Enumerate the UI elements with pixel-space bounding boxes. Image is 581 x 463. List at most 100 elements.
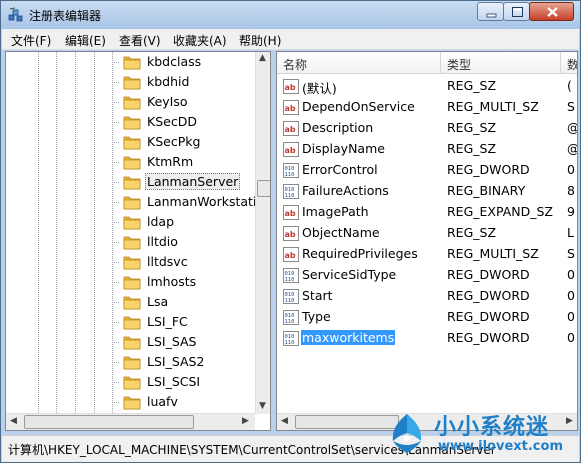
- value-name: ObjectName: [302, 225, 380, 240]
- tree-item[interactable]: KeyIso: [6, 92, 254, 112]
- tree-connector: [112, 382, 120, 383]
- column-header-name[interactable]: 名称: [283, 56, 307, 73]
- value-data: 9: [567, 204, 575, 219]
- svg-text:110: 110: [285, 172, 295, 178]
- key-tree-pane[interactable]: kbdclass kbdhid KeyIso KSecDD KSecPkg KtmRm La…: [5, 51, 271, 431]
- scroll-down-arrow-icon[interactable]: ▼: [259, 401, 266, 411]
- value-type: REG_SZ: [447, 141, 497, 156]
- tree-item[interactable]: kbdclass: [6, 52, 254, 72]
- svg-text:110: 110: [285, 340, 295, 346]
- tree-connector: [112, 302, 120, 303]
- tree-item-label: kbdclass: [147, 54, 202, 69]
- table-row[interactable]: ab DependOnService REG_MULTI_SZ S: [277, 97, 577, 118]
- table-row[interactable]: ab ObjectName REG_SZ L: [277, 223, 577, 244]
- string-value-icon: ab: [283, 226, 299, 241]
- value-data: 0: [567, 330, 575, 345]
- values-list-pane[interactable]: 名称 类型 数 ab (默认) REG_SZ (ab DependOnService RE…: [276, 51, 578, 431]
- tree-item[interactable]: LSI_FC: [6, 312, 254, 332]
- value-type: REG_DWORD: [447, 309, 530, 324]
- tree-connector: [112, 262, 120, 263]
- table-row[interactable]: ab (默认) REG_SZ (: [277, 76, 577, 97]
- minimize-icon: [486, 13, 497, 18]
- value-name: Description: [302, 120, 374, 135]
- minimize-button[interactable]: [477, 2, 504, 21]
- value-name: Type: [302, 309, 331, 324]
- tree-item[interactable]: lltdsvc: [6, 252, 254, 272]
- scroll-left-arrow-icon[interactable]: ◀: [10, 416, 17, 426]
- table-row[interactable]: ab DisplayName REG_SZ @: [277, 139, 577, 160]
- tree-item-label: ldap: [147, 214, 175, 229]
- value-data: @: [567, 120, 577, 135]
- close-button[interactable]: [529, 2, 574, 21]
- tree-horizontal-scrollbar[interactable]: ◀ ▶: [6, 413, 255, 430]
- table-row[interactable]: 010 110 Start REG_DWORD 0: [277, 286, 577, 307]
- tree-item[interactable]: kbdhid: [6, 72, 254, 92]
- tree-item-label: luafv: [147, 394, 178, 409]
- binary-value-icon: 010110: [283, 184, 299, 199]
- maximize-icon: [512, 7, 523, 17]
- tree-item[interactable]: lltdio: [6, 232, 254, 252]
- value-name: Start: [302, 288, 333, 303]
- menu-file[interactable]: 文件(F): [11, 32, 51, 49]
- tree-item[interactable]: lmhosts: [6, 272, 254, 292]
- maximize-button[interactable]: [503, 2, 530, 21]
- tree-item[interactable]: LSI_SAS: [6, 332, 254, 352]
- value-name: (默认): [302, 81, 337, 96]
- tree-item[interactable]: LanmanWorkstatio: [6, 192, 264, 212]
- tree-item-label: lltdio: [147, 234, 178, 249]
- string-value-icon: ab: [283, 100, 299, 115]
- title-bar[interactable]: 注册表编辑器: [1, 1, 580, 29]
- folder-icon: [123, 296, 141, 310]
- tree-item[interactable]: LSI_SCSI: [6, 372, 254, 392]
- tree-item-label: KeyIso: [147, 94, 188, 109]
- folder-icon: [123, 336, 141, 350]
- tree-vertical-scroll-thumb[interactable]: [257, 180, 270, 197]
- value-name: RequiredPrivileges: [302, 246, 418, 261]
- value-type: REG_SZ: [447, 78, 497, 93]
- registry-editor-icon: [8, 7, 23, 22]
- menu-help[interactable]: 帮助(H): [239, 32, 281, 49]
- tree-item[interactable]: LanmanServer: [6, 172, 254, 192]
- column-separator[interactable]: [440, 52, 441, 74]
- tree-vertical-scrollbar[interactable]: ▲ ▼: [255, 52, 270, 414]
- table-row[interactable]: 010 110 FailureActions REG_BINARY 8: [277, 181, 577, 202]
- tree-item[interactable]: Lsa: [6, 292, 254, 312]
- table-row[interactable]: ab Description REG_SZ @: [277, 118, 577, 139]
- tree-item[interactable]: LSI_SAS2: [6, 352, 254, 372]
- menu-favorites[interactable]: 收藏夹(A): [173, 32, 227, 49]
- table-row[interactable]: 010 110 maxworkitems REG_DWORD 0: [277, 328, 577, 349]
- folder-icon: [123, 236, 141, 250]
- column-header-data[interactable]: 数: [567, 56, 577, 73]
- table-row[interactable]: 010 110 ServiceSidType REG_DWORD 0: [277, 265, 577, 286]
- scroll-right-arrow-icon[interactable]: ▶: [242, 416, 249, 426]
- menu-edit[interactable]: 编辑(E): [65, 32, 106, 49]
- table-row[interactable]: 010 110 Type REG_DWORD 0: [277, 307, 577, 328]
- tree-item-label: LSI_SAS2: [147, 354, 205, 369]
- folder-icon: [123, 356, 141, 370]
- column-header-type[interactable]: 类型: [447, 56, 471, 73]
- table-row[interactable]: ab ImagePath REG_EXPAND_SZ 9: [277, 202, 577, 223]
- tree-item[interactable]: ldap: [6, 212, 254, 232]
- value-name: ServiceSidType: [302, 267, 397, 282]
- tree-connector: [112, 342, 120, 343]
- value-name: DependOnService: [302, 99, 415, 114]
- tree-connector: [112, 62, 120, 63]
- menu-view[interactable]: 查看(V): [119, 32, 161, 49]
- value-type: REG_EXPAND_SZ: [447, 204, 553, 219]
- column-separator[interactable]: [560, 52, 561, 74]
- watermark-logo-icon: [392, 414, 422, 453]
- tree-item[interactable]: KSecDD: [6, 112, 254, 132]
- tree-horizontal-scroll-thumb[interactable]: [24, 415, 194, 429]
- svg-text:110: 110: [285, 319, 295, 325]
- tree-connector: [112, 242, 120, 243]
- table-row[interactable]: 010 110 ErrorControl REG_DWORD 0: [277, 160, 577, 181]
- table-row[interactable]: ab RequiredPrivileges REG_MULTI_SZ S: [277, 244, 577, 265]
- scroll-up-arrow-icon[interactable]: ▲: [259, 53, 266, 63]
- folder-icon: [123, 176, 141, 190]
- tree-item[interactable]: KSecPkg: [6, 132, 254, 152]
- tree-item[interactable]: luafv: [6, 392, 254, 412]
- folder-icon: [123, 96, 141, 110]
- scroll-left-arrow-icon[interactable]: ◀: [281, 416, 288, 426]
- tree-item[interactable]: KtmRm: [6, 152, 254, 172]
- folder-icon: [123, 116, 141, 130]
